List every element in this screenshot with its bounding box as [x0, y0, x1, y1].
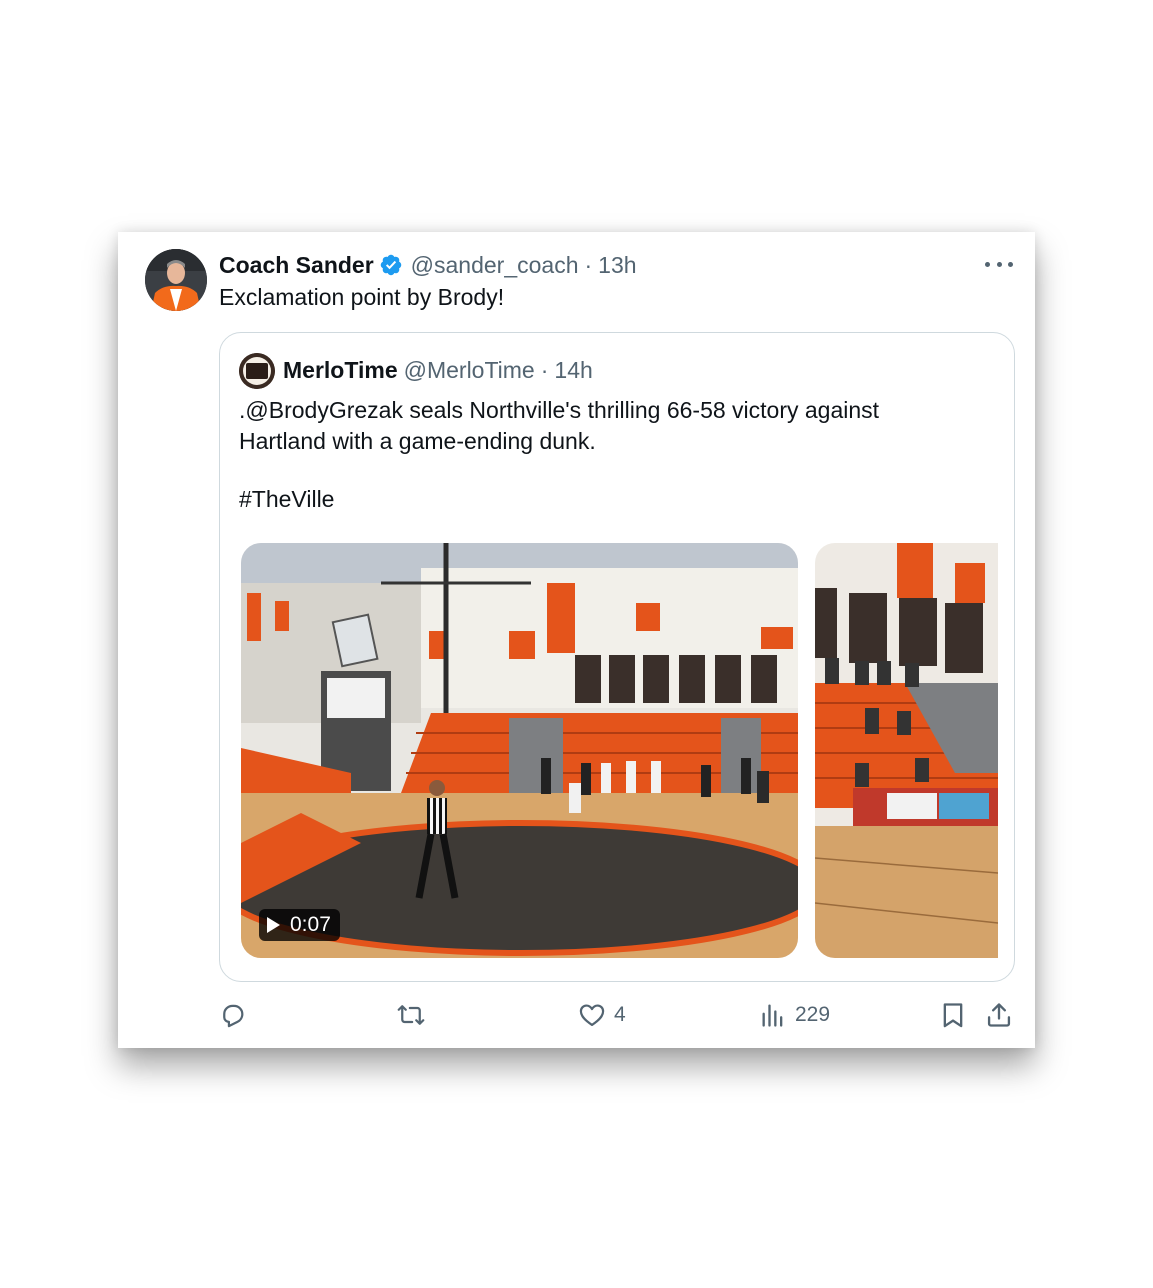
author-name[interactable]: Coach Sander [219, 252, 374, 279]
like-icon [579, 1004, 605, 1027]
like-button[interactable]: 4 [578, 998, 626, 1032]
views-button[interactable]: 229 [759, 998, 830, 1032]
repost-button[interactable] [397, 998, 433, 1032]
author-avatar[interactable] [145, 249, 207, 311]
quoted-text: .@BrodyGrezak seals Northville's thrilli… [239, 395, 979, 457]
like-count: 4 [614, 1003, 626, 1026]
separator-dot: · [540, 356, 549, 383]
quoted-header: MerloTime @MerloTime · 14h [283, 355, 593, 385]
share-button[interactable] [985, 998, 1013, 1032]
tweet-text: Exclamation point by Brody! [219, 284, 505, 310]
quoted-handle[interactable]: @MerloTime [404, 357, 535, 384]
views-count: 229 [795, 1003, 831, 1026]
reply-button[interactable] [219, 998, 255, 1032]
quoted-tweet[interactable]: MerloTime @MerloTime · 14h .@BrodyGrezak… [219, 332, 1015, 982]
video-thumbnail[interactable]: 0:07 [241, 543, 798, 958]
quoted-text-line: Hartland with a game-ending dunk. [239, 428, 596, 454]
views-icon [762, 1004, 783, 1027]
quoted-avatar[interactable] [239, 353, 275, 389]
tweet-header: Coach Sander @sander_coach · 13h [219, 250, 637, 280]
tweet-card[interactable]: Coach Sander @sander_coach · 13h Exclama… [118, 232, 1035, 1048]
quoted-author-name[interactable]: MerloTime [283, 357, 398, 384]
play-icon [267, 917, 280, 933]
tweet-time[interactable]: 13h [598, 252, 636, 279]
bookmark-icon [943, 1003, 963, 1028]
verified-badge-icon [379, 253, 403, 277]
separator-dot: · [584, 251, 593, 278]
quoted-text-line: .@BrodyGrezak seals Northville's thrilli… [239, 397, 880, 423]
video-duration-badge: 0:07 [259, 909, 340, 941]
reply-icon [223, 1004, 244, 1028]
repost-icon [397, 1005, 425, 1025]
hashtag[interactable]: #TheVille [239, 486, 334, 513]
quoted-time[interactable]: 14h [554, 357, 592, 384]
media-thumbnail[interactable] [815, 543, 998, 958]
bookmark-button[interactable] [939, 998, 967, 1032]
author-handle[interactable]: @sander_coach [411, 252, 579, 279]
share-icon [987, 1003, 1011, 1027]
more-icon[interactable] [985, 254, 1013, 274]
action-bar: 4 229 [219, 998, 1013, 1032]
video-duration: 0:07 [290, 913, 331, 936]
